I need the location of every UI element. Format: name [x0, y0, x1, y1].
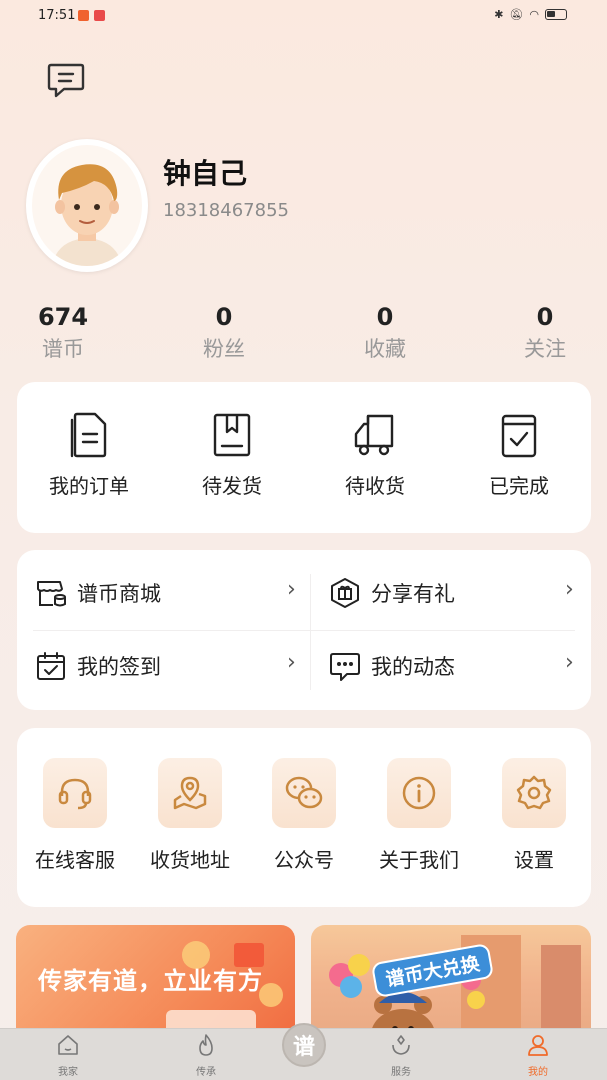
service-icon-box: [43, 758, 107, 828]
user-phone: 18318467855: [163, 200, 289, 221]
stat-following[interactable]: 0 关注: [490, 303, 600, 363]
tab-mine[interactable]: 我的: [498, 1033, 578, 1078]
chevron-right-icon: ›: [565, 650, 574, 675]
user-icon: [528, 1035, 548, 1056]
mute-icon: 🔕︎: [509, 8, 524, 21]
chevron-right-icon: ›: [287, 577, 296, 602]
services-icon: [392, 1035, 410, 1055]
chevron-right-icon: ›: [287, 650, 296, 675]
order-label: 已完成: [489, 474, 549, 498]
pending-receipt-button[interactable]: 待收货: [315, 412, 435, 499]
stats-row: 674 谱币 0 粉丝 0 收藏 0 关注: [0, 303, 607, 363]
divider: [310, 574, 311, 690]
menu-label: 我的签到: [77, 655, 161, 679]
service-label: 关于我们: [379, 848, 459, 872]
wechat-icon: [285, 776, 323, 809]
service-label: 在线客服: [35, 848, 115, 872]
gear-icon: [516, 775, 552, 810]
pending-shipment-button[interactable]: 待发货: [172, 412, 292, 499]
bottom-tab-bar: 我家 传承 谱 服务 我的: [0, 1023, 607, 1080]
stat-value: 0: [215, 303, 233, 331]
menu-card: 谱币商城 › 分享有礼 › 我的签到 › 我的动态 ›: [17, 550, 591, 710]
stat-label: 谱币: [42, 337, 84, 361]
document-icon: [70, 412, 107, 458]
online-service-button[interactable]: 在线客服: [20, 758, 130, 873]
notification-app-icon: [94, 10, 105, 21]
divider: [33, 630, 575, 631]
order-label: 待收货: [345, 474, 405, 498]
service-icon-box: [387, 758, 451, 828]
shop-icon: [37, 581, 66, 607]
avatar-illustration: [32, 145, 142, 266]
service-label: 收货地址: [150, 848, 230, 872]
stat-value: 0: [536, 303, 554, 331]
settings-button[interactable]: 设置: [479, 758, 589, 873]
info-icon: [402, 776, 436, 810]
stat-fans[interactable]: 0 粉丝: [169, 303, 279, 363]
bluetooth-icon: ✱: [494, 8, 504, 21]
menu-label: 我的动态: [371, 655, 455, 679]
map-pin-icon: [173, 776, 207, 810]
truck-icon: [354, 414, 394, 456]
menu-label: 分享有礼: [371, 582, 455, 606]
tab-label: 我的: [528, 1067, 548, 1078]
order-label: 我的订单: [49, 474, 129, 498]
completed-button[interactable]: 已完成: [459, 412, 579, 499]
service-icon-box: [502, 758, 566, 828]
tab-heritage[interactable]: 传承: [166, 1033, 246, 1078]
status-icons: ✱ 🔕︎ ◠: [494, 8, 567, 21]
flame-icon: [199, 1034, 213, 1056]
shipping-address-button[interactable]: 收货地址: [135, 758, 245, 873]
home-icon: [58, 1035, 78, 1055]
about-us-button[interactable]: 关于我们: [364, 758, 474, 873]
tab-home[interactable]: 我家: [28, 1033, 108, 1078]
box-icon: [213, 413, 251, 457]
service-label: 设置: [514, 848, 554, 872]
stat-coins[interactable]: 674 谱币: [8, 303, 118, 363]
orders-card: 我的订单 待发货 待收货 已完成: [17, 382, 591, 533]
calendar-check-icon: [37, 652, 65, 680]
services-card: 在线客服 收货地址 公众号 关于我们 设置: [17, 728, 591, 907]
stat-favorites[interactable]: 0 收藏: [330, 303, 440, 363]
chat-dots-icon: [330, 653, 360, 681]
check-icon: [501, 414, 537, 458]
my-orders-button[interactable]: 我的订单: [29, 412, 149, 499]
center-genealogy-button[interactable]: 谱: [282, 1023, 326, 1067]
tab-services[interactable]: 服务: [361, 1033, 441, 1078]
service-label: 公众号: [274, 848, 334, 872]
check-in-item[interactable]: 我的签到 ›: [35, 636, 303, 696]
service-icon-box: [272, 758, 336, 828]
stat-value: 0: [376, 303, 394, 331]
family-banner[interactable]: 传家有道，立业有方: [16, 925, 295, 1045]
stat-label: 收藏: [364, 337, 406, 361]
coin-exchange-banner[interactable]: 谱币大兑换: [311, 925, 591, 1045]
status-bar: 17:51 ✱ 🔕︎ ◠: [0, 0, 607, 34]
order-label: 待发货: [202, 474, 262, 498]
share-gift-item[interactable]: 分享有礼 ›: [329, 563, 579, 623]
stat-value: 674: [37, 303, 89, 331]
message-icon[interactable]: [47, 62, 85, 98]
stat-label: 关注: [524, 337, 566, 361]
tab-label: 我家: [58, 1067, 78, 1078]
banner-slogan: 传家有道，立业有方: [38, 967, 263, 995]
wifi-icon: ◠: [529, 8, 539, 21]
notification-app-icon: [78, 10, 89, 21]
user-name: 钟自己: [163, 157, 248, 190]
menu-label: 谱币商城: [77, 582, 161, 606]
avatar[interactable]: [26, 139, 148, 272]
my-posts-item[interactable]: 我的动态 ›: [329, 636, 579, 696]
battery-icon: [545, 9, 567, 20]
stat-label: 粉丝: [203, 337, 245, 361]
tab-label: 传承: [196, 1067, 216, 1078]
gift-icon: [331, 578, 359, 608]
service-icon-box: [158, 758, 222, 828]
headset-icon: [58, 778, 92, 810]
tab-label: 服务: [391, 1067, 411, 1078]
chevron-right-icon: ›: [565, 577, 574, 602]
status-time: 17:51: [38, 8, 76, 23]
official-account-button[interactable]: 公众号: [249, 758, 359, 873]
coin-mall-item[interactable]: 谱币商城 ›: [35, 563, 303, 623]
